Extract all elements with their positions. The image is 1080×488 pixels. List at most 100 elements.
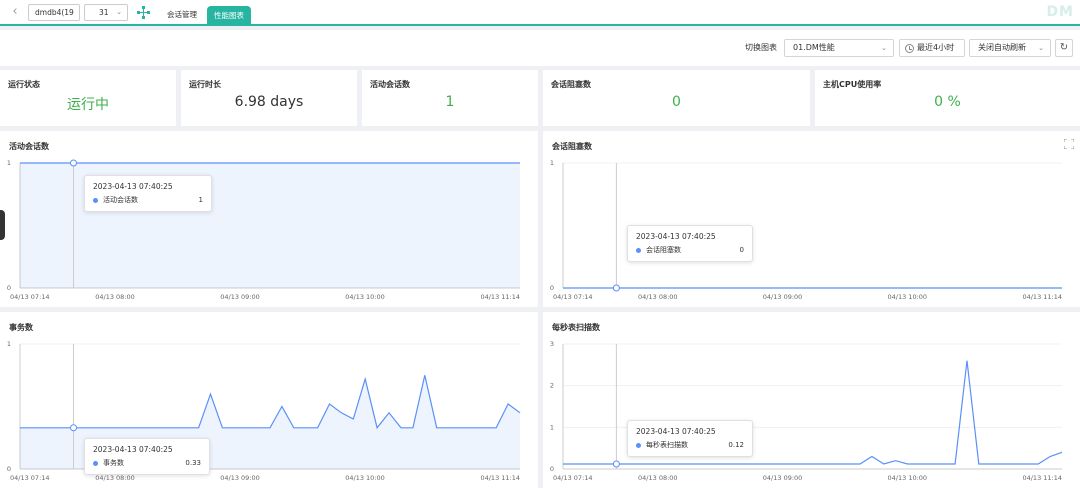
- x-tick-label: 04/13 11:14: [1022, 474, 1062, 482]
- stat-title: 主机CPU使用率: [823, 80, 882, 89]
- stat-value: 0: [672, 94, 681, 110]
- stat-title: 活动会话数: [370, 80, 410, 89]
- refresh-button[interactable]: ↻: [1055, 39, 1073, 57]
- stat-card-uptime: 运行时长 6.98 days: [181, 70, 357, 126]
- chevron-down-icon: ⌄: [1038, 44, 1044, 52]
- stat-title: 运行时长: [189, 80, 221, 89]
- x-tick-label: 04/13 09:00: [763, 293, 803, 301]
- x-tick-label: 04/13 08:00: [95, 293, 135, 301]
- y-tick-label: 0: [7, 465, 11, 473]
- stat-card-status: 运行状态 运行中: [0, 70, 176, 126]
- x-tick-label: 04/13 11:14: [480, 293, 520, 301]
- chart-panel-table-scans: 每秒表扫描数 3 2 1 0 04/13 07:14 04/13 08:00 04/13 0…: [543, 312, 1080, 488]
- instance-number-value: 31: [99, 8, 109, 17]
- refresh-icon: ↻: [1059, 42, 1069, 53]
- x-tick-label: 04/13 08:00: [95, 474, 135, 482]
- tab-session-management[interactable]: 会话管理: [167, 8, 197, 26]
- x-tick-label: 04/13 07:14: [553, 293, 593, 301]
- time-range-select[interactable]: 最近4小时: [899, 39, 965, 57]
- x-tick-label: 04/13 08:00: [638, 293, 678, 301]
- y-tick-label: 2: [550, 382, 554, 390]
- y-tick-label: 0: [550, 465, 554, 473]
- x-tick-label: 04/13 09:00: [220, 474, 260, 482]
- hover-point: [70, 424, 77, 432]
- auto-refresh-select[interactable]: 关闭自动刷新 ⌄: [969, 39, 1051, 57]
- x-tick-label: 04/13 07:14: [553, 474, 593, 482]
- series-dot-icon: [636, 247, 641, 253]
- tooltip-time: 2023-04-13 07:40:25: [93, 445, 173, 454]
- x-tick-label: 04/13 07:14: [10, 293, 50, 301]
- chart-area[interactable]: 1004/13 07:14 04/13 08:00 04/13 09:00 04/13…: [543, 131, 1080, 307]
- chart-panel-active-sessions: 活动会话数 1 0 04/13 07:14 04/13 08:00 04/13 09:0…: [0, 131, 538, 307]
- time-range-value: 最近4小时: [917, 43, 955, 52]
- x-tick-label: 04/13 09:00: [763, 474, 803, 482]
- x-tick-label: 04/13 10:00: [888, 474, 928, 482]
- tab-performance-charts[interactable]: 性能图表: [207, 6, 251, 26]
- stat-value: 运行中: [67, 97, 109, 113]
- tooltip-value: 1: [198, 196, 203, 204]
- stat-value: 1: [445, 94, 455, 110]
- hover-point: [612, 284, 620, 292]
- clock-icon: [905, 44, 914, 53]
- x-tick-label: 04/13 08:00: [638, 474, 678, 482]
- stat-value: 6.98 days: [234, 94, 304, 110]
- stat-title: 运行状态: [8, 80, 40, 89]
- side-drawer-handle[interactable]: [0, 210, 5, 240]
- brand-logo: DM: [1046, 4, 1074, 20]
- x-tick-label: 04/13 07:14: [10, 474, 50, 482]
- series-line: [20, 375, 521, 430]
- x-tick-label: 04/13 11:14: [1022, 293, 1062, 301]
- series-dot-icon: [93, 460, 98, 466]
- series-dot-icon: [636, 442, 641, 448]
- chart-select-value: 01.DM性能: [793, 43, 835, 52]
- hover-point: [612, 460, 620, 468]
- chart-select[interactable]: 01.DM性能 ⌄: [784, 39, 894, 57]
- instance-number-select[interactable]: 31 ⌄: [84, 4, 128, 21]
- back-icon[interactable]: ‹: [8, 5, 22, 19]
- stat-value: 0 %: [934, 94, 961, 110]
- tooltip-value: 0.12: [728, 441, 744, 449]
- tooltip-time: 2023-04-13 07:40:25: [636, 232, 716, 241]
- tooltip-value: 0: [739, 246, 744, 254]
- x-tick-label: 04/13 09:00: [220, 293, 260, 301]
- chart-area[interactable]: 1 004/13 07:14 04/13 08:00 04/13 09:00 04/13…: [0, 131, 538, 307]
- stat-card-active-sessions: 活动会话数 1: [362, 70, 538, 126]
- tooltip-time: 2023-04-13 07:40:25: [93, 182, 173, 191]
- switch-chart-label: 切换图表: [745, 43, 777, 52]
- x-tick-label: 04/13 11:14: [480, 474, 520, 482]
- stat-title: 会话阻塞数: [551, 80, 591, 89]
- chevron-down-icon: ⌄: [881, 44, 887, 52]
- y-tick-label: 0: [550, 284, 554, 292]
- hover-point: [70, 159, 77, 167]
- stat-card-blocked-sessions: 会话阻塞数 0: [543, 70, 810, 126]
- tooltip-series-name: 每秒表扫描数: [646, 441, 688, 449]
- chart-area[interactable]: 1 004/13 07:14 04/13 08:00 04/13 09:00 04/13…: [0, 312, 538, 488]
- top-bar: ‹ dmdb4(19 31 ⌄ 会话管理 性能图表 DM: [0, 0, 1080, 26]
- chart-tooltip: 2023-04-13 07:40:25 事务数 0.33: [84, 438, 210, 475]
- tooltip-series-name: 事务数: [103, 459, 124, 467]
- x-tick-label: 04/13 10:00: [345, 293, 385, 301]
- chart-tooltip: 2023-04-13 07:40:25 会话阻塞数 0: [627, 225, 753, 262]
- chart-panel-transactions: 事务数 1 0 04/13 07:14 04/13 08:00 04/13 09:00 0…: [0, 312, 538, 488]
- tooltip-series-name: 活动会话数: [103, 196, 138, 204]
- auto-refresh-value: 关闭自动刷新: [978, 43, 1026, 52]
- chevron-down-icon: ⌄: [116, 8, 122, 16]
- stat-card-cpu-usage: 主机CPU使用率 0 %: [815, 70, 1080, 126]
- series-dot-icon: [93, 197, 98, 203]
- x-tick-label: 04/13 10:00: [888, 293, 928, 301]
- chart-area[interactable]: 3 2 1 004/13 07:14 04/13 08:00 04/13 09:00 04/…: [543, 312, 1080, 488]
- tree-structure-icon[interactable]: [137, 6, 150, 19]
- y-tick-label: 1: [7, 159, 11, 167]
- chart-tooltip: 2023-04-13 07:40:25 活动会话数 1: [84, 175, 212, 212]
- y-tick-label: 0: [7, 284, 11, 292]
- chart-tooltip: 2023-04-13 07:40:25 每秒表扫描数 0.12: [627, 420, 753, 457]
- y-tick-label: 1: [7, 340, 11, 348]
- database-select[interactable]: dmdb4(19: [28, 4, 80, 21]
- x-tick-label: 04/13 10:00: [345, 474, 385, 482]
- tooltip-series-name: 会话阻塞数: [646, 246, 681, 254]
- y-tick-label: 1: [550, 423, 554, 431]
- y-tick-label: 1: [550, 159, 554, 167]
- y-tick-label: 3: [550, 340, 554, 348]
- tooltip-time: 2023-04-13 07:40:25: [636, 427, 716, 436]
- tooltip-value: 0.33: [185, 459, 201, 467]
